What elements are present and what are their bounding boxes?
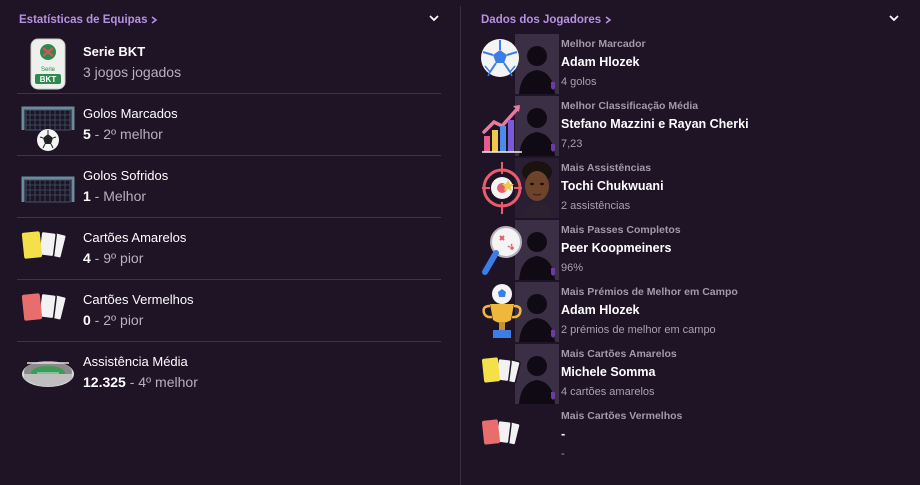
- player-stats-header: Dados dos Jogadores: [481, 10, 900, 28]
- team-stat-row-goals-conceded[interactable]: Golos Sofridos 1 - Melhor: [17, 156, 441, 218]
- team-stat-rank: - Melhor: [90, 188, 147, 204]
- team-stat-rank: - 2º melhor: [90, 126, 163, 142]
- player-stat-row-most-passes[interactable]: Mais Passes Completos Peer Koopmeiners 9…: [480, 219, 900, 281]
- team-stat-label: Golos Sofridos: [83, 168, 169, 183]
- team-stat-value: 12.325 - 4º melhor: [83, 372, 198, 393]
- player-stat-row-most-red-cards[interactable]: Mais Cartões Vermelhos - -: [480, 405, 900, 467]
- player-stat-label: Melhor Classificação Média: [561, 100, 699, 112]
- serie-bkt-logo: Serie BKT: [30, 38, 66, 90]
- team-stat-label: Cartões Amarelos: [83, 230, 187, 245]
- football-icon: [481, 39, 519, 77]
- player-stat-text: Melhor Marcador Adam Hlozek 4 golos: [561, 38, 900, 89]
- player-stat-text: Mais Passes Completos Peer Koopmeiners 9…: [561, 224, 900, 275]
- player-stat-row-player-of-match[interactable]: Mais Prémios de Melhor em Campo Adam Hlo…: [480, 281, 900, 343]
- player-stats-title-link[interactable]: Dados dos Jogadores: [481, 14, 612, 26]
- player-name-link[interactable]: Adam Hlozek: [561, 54, 900, 70]
- panel-divider: [460, 6, 461, 485]
- player-stat-label: Melhor Marcador: [561, 38, 646, 50]
- team-stats-title-link[interactable]: Estatísticas de Equipas: [19, 14, 158, 26]
- team-stat-text: Serie BKT 3 jogos jogados: [83, 43, 181, 83]
- player-stat-row-best-rating[interactable]: Melhor Classificação Média Stefano Mazzi…: [480, 95, 900, 157]
- pass-magnifier-icon: [482, 226, 522, 275]
- team-stat-row-yellow-cards[interactable]: Cartões Amarelos 4 - 9º pior: [17, 218, 441, 280]
- player-stat-label: Mais Passes Completos: [561, 224, 681, 236]
- team-stat-value: 5 - 2º melhor: [83, 124, 178, 145]
- team-stat-text: Golos Marcados 5 - 2º melhor: [83, 105, 178, 145]
- team-stat-label: Serie BKT: [83, 44, 146, 59]
- team-stats-title: Estatísticas de Equipas: [19, 14, 148, 26]
- player-stat-row-most-assists[interactable]: Mais Assistências Tochi Chukwuani 2 assi…: [480, 157, 900, 219]
- player-stat-value: -: [561, 448, 565, 460]
- team-stat-number: 4: [83, 250, 91, 266]
- player-stat-value: 4 golos: [561, 76, 597, 88]
- chevron-right-icon: [151, 16, 158, 24]
- team-stats-header: Estatísticas de Equipas: [19, 10, 440, 28]
- player-stats-list: Melhor Marcador Adam Hlozek 4 golos Melh…: [480, 33, 900, 467]
- yellow-cards-icon: [481, 357, 521, 384]
- svg-text:Serie: Serie: [41, 67, 56, 73]
- goal-ball-icon: [21, 106, 75, 151]
- team-stat-label: Golos Marcados: [83, 106, 178, 121]
- player-stat-text: Melhor Classificação Média Stefano Mazzi…: [561, 100, 900, 151]
- chevron-right-icon: [605, 16, 612, 24]
- player-stats-panel: Dados dos Jogadores Melhor Marcador Adam…: [462, 0, 920, 485]
- player-stat-value: 7,23: [561, 138, 583, 150]
- player-stat-value: 96%: [561, 262, 584, 274]
- player-stat-value: 4 cartões amarelos: [561, 386, 655, 398]
- team-stat-label: Assistência Média: [83, 354, 188, 369]
- stadium-icon: [22, 361, 74, 387]
- player-stat-text: Mais Cartões Amarelos Michele Somma 4 ca…: [561, 348, 900, 399]
- team-stat-row-competition[interactable]: Serie BKT Serie BKT 3 jogos jogados: [17, 32, 441, 94]
- team-stat-text: Assistência Média 12.325 - 4º melhor: [83, 353, 198, 393]
- chevron-down-icon[interactable]: [428, 13, 440, 23]
- team-stat-rank: - 4º melhor: [125, 374, 198, 390]
- team-stat-value: 3 jogos jogados: [83, 64, 182, 80]
- player-stat-label: Mais Cartões Vermelhos: [561, 410, 683, 422]
- goal-net-icon: [21, 176, 75, 203]
- player-stat-text: Mais Cartões Vermelhos - -: [561, 410, 900, 461]
- team-stat-row-goals-scored[interactable]: Golos Marcados 5 - 2º melhor: [17, 94, 441, 156]
- rating-chart-icon: [482, 105, 522, 153]
- team-stat-value: 4 - 9º pior: [83, 248, 186, 269]
- team-stat-rank: - 2º pior: [90, 312, 144, 328]
- player-name-link[interactable]: Tochi Chukwuani: [561, 178, 900, 194]
- red-cards-icon: [481, 419, 521, 446]
- player-name-link[interactable]: Peer Koopmeiners: [561, 240, 900, 256]
- player-stat-value: 2 prémios de melhor em campo: [561, 324, 716, 336]
- team-stat-number: 1: [83, 188, 91, 204]
- player-stat-row-top-scorer[interactable]: Melhor Marcador Adam Hlozek 4 golos: [480, 33, 900, 95]
- player-stats-title: Dados dos Jogadores: [481, 14, 602, 26]
- player-stat-text: Mais Prémios de Melhor em Campo Adam Hlo…: [561, 286, 900, 337]
- team-stats-panel: Estatísticas de Equipas Serie BKT Serie …: [0, 0, 460, 485]
- player-name-link[interactable]: Michele Somma: [561, 364, 900, 380]
- player-stat-value: 2 assistências: [561, 200, 631, 212]
- team-stat-number: 0: [83, 312, 91, 328]
- team-stat-value: 1 - Melhor: [83, 186, 168, 207]
- team-stat-number: 5: [83, 126, 91, 142]
- team-stats-list: Serie BKT Serie BKT 3 jogos jogados Golo…: [17, 32, 441, 404]
- player-stat-text: Mais Assistências Tochi Chukwuani 2 assi…: [561, 162, 900, 213]
- trophy-icon: [482, 284, 522, 338]
- team-stat-label: Cartões Vermelhos: [83, 292, 194, 307]
- red-cards-icon: [21, 292, 67, 321]
- team-stat-row-red-cards[interactable]: Cartões Vermelhos 0 - 2º pior: [17, 280, 441, 342]
- team-stat-text: Cartões Vermelhos 0 - 2º pior: [83, 291, 194, 331]
- chevron-down-icon[interactable]: [888, 13, 900, 23]
- team-stat-rank: - 9º pior: [90, 250, 144, 266]
- player-stat-label: Mais Assistências: [561, 162, 652, 174]
- svg-text:BKT: BKT: [40, 75, 57, 84]
- team-stat-value: 0 - 2º pior: [83, 310, 194, 331]
- player-name-link[interactable]: Adam Hlozek: [561, 302, 900, 318]
- assist-target-icon: [482, 162, 522, 214]
- player-stat-label: Mais Cartões Amarelos: [561, 348, 677, 360]
- player-stat-label: Mais Prémios de Melhor em Campo: [561, 286, 738, 298]
- team-stat-row-attendance[interactable]: Assistência Média 12.325 - 4º melhor: [17, 342, 441, 404]
- team-stat-text: Golos Sofridos 1 - Melhor: [83, 167, 168, 207]
- player-name: -: [561, 427, 566, 441]
- team-stat-text: Cartões Amarelos 4 - 9º pior: [83, 229, 186, 269]
- yellow-cards-icon: [21, 230, 67, 259]
- team-stat-number: 12.325: [83, 374, 126, 390]
- player-name-link[interactable]: Stefano Mazzini e Rayan Cherki: [561, 116, 900, 132]
- player-stat-row-most-yellow-cards[interactable]: Mais Cartões Amarelos Michele Somma 4 ca…: [480, 343, 900, 405]
